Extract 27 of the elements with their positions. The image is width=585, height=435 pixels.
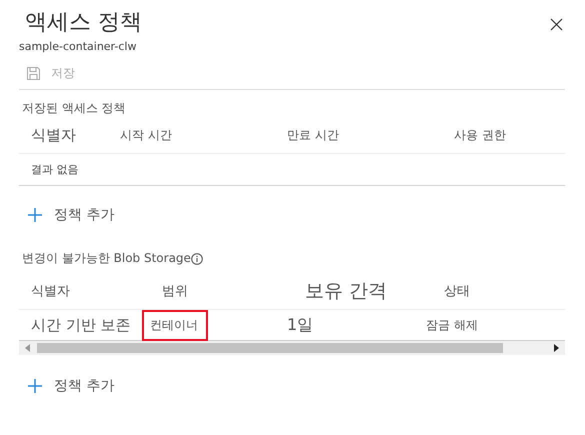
- horizontal-scrollbar[interactable]: [19, 341, 565, 355]
- column-header: 상태: [444, 283, 470, 300]
- table-cell-text: 1일: [287, 314, 314, 336]
- section-title: 변경이 불가능한 Blob Storage: [22, 250, 191, 267]
- close-icon[interactable]: [550, 18, 563, 31]
- table-cell: 잠금 해제: [426, 316, 478, 334]
- table-cell-text: 시간 기반 보존: [30, 316, 132, 334]
- column-header: 식별자: [30, 283, 71, 300]
- save-icon: [26, 66, 41, 81]
- scrollbar-thumb[interactable]: [37, 343, 503, 353]
- column-header: 보유 간격: [305, 279, 388, 304]
- panel-title: 액세스 정책: [24, 9, 142, 37]
- plus-icon: [28, 379, 42, 393]
- section-title: 저장된 액세스 정책: [21, 100, 127, 117]
- scroll-right-icon[interactable]: [553, 344, 559, 352]
- column-header: 사용 권한: [454, 126, 506, 144]
- column-header: 시작 시간: [120, 126, 173, 144]
- panel-subtitle: sample-container-clw: [19, 40, 138, 53]
- add-policy-button[interactable]: 정책 추가: [19, 186, 114, 224]
- column-header: 만료 시간: [287, 126, 340, 144]
- column-header: 범위: [162, 283, 189, 300]
- empty-message: 결과 없음: [30, 162, 78, 177]
- add-policy-button[interactable]: 정책 추가: [19, 355, 114, 395]
- plus-icon: [28, 208, 42, 222]
- info-icon[interactable]: [190, 252, 203, 264]
- column-header: 식별자: [30, 126, 77, 144]
- table-cell: 컨테이너: [144, 312, 206, 338]
